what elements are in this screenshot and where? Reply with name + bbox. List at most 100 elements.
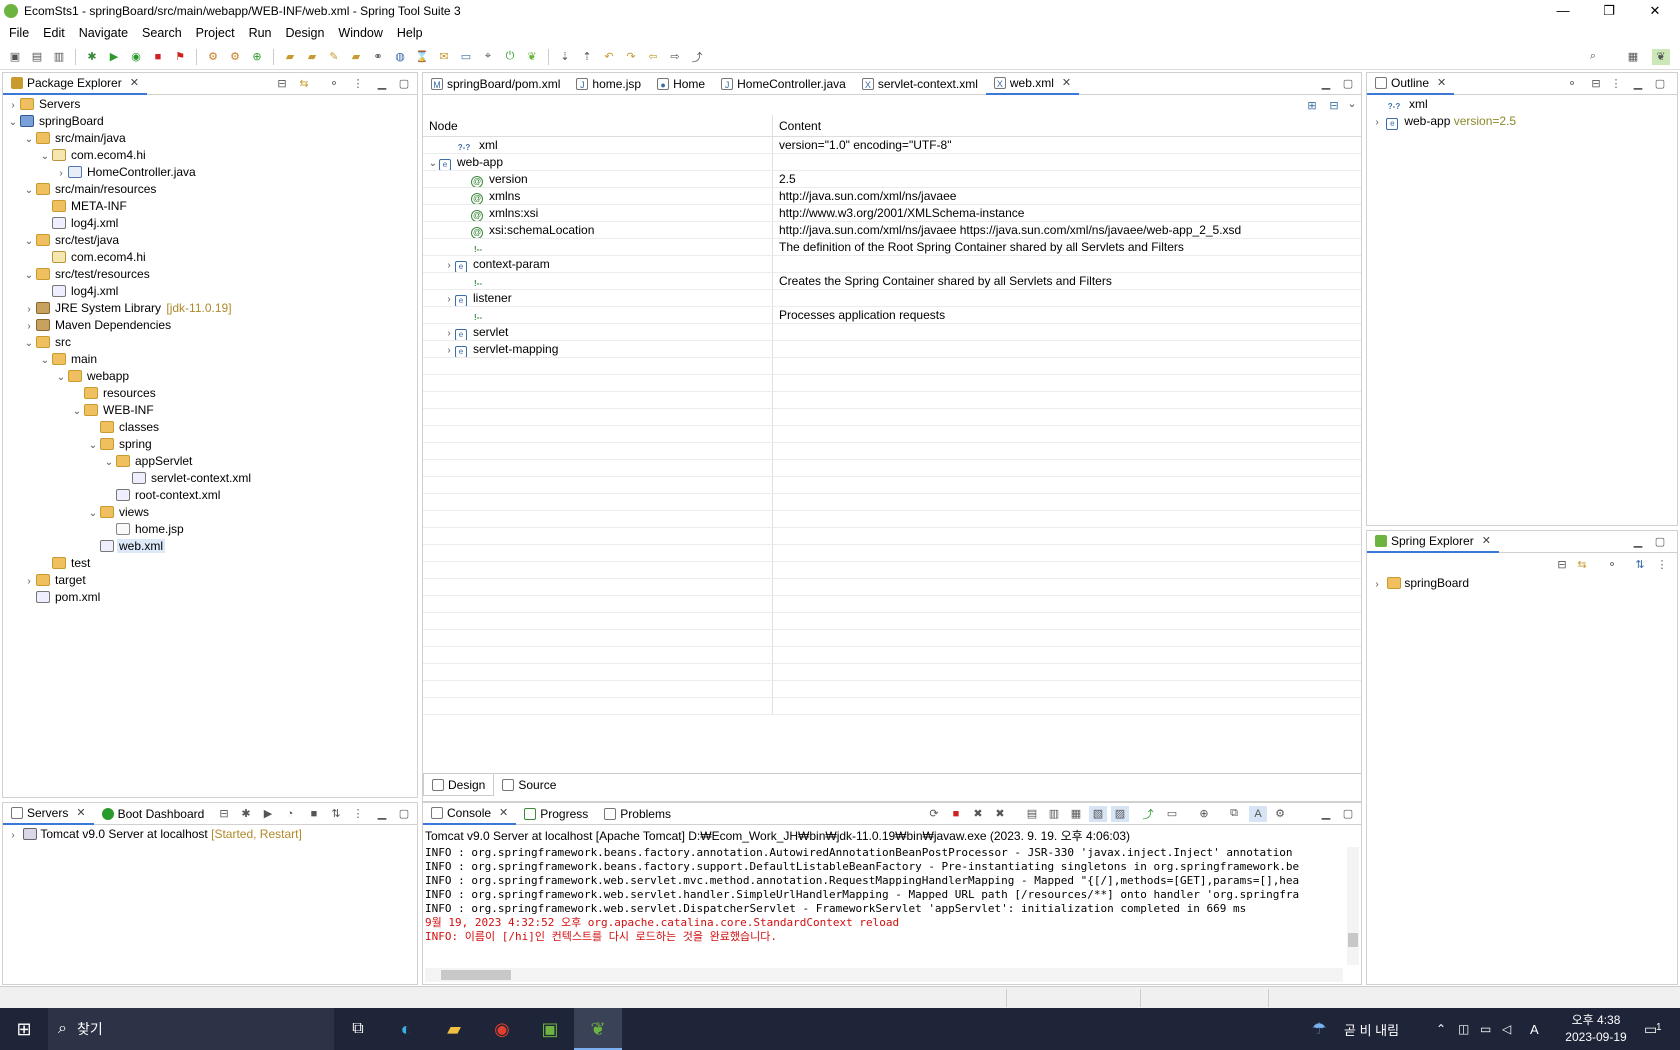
remove-all-icon[interactable]: ✖ [991,806,1009,822]
view-menu-icon[interactable]: ⋮ [1653,556,1671,572]
minimize-view-icon[interactable]: ▁ [1629,534,1647,550]
view-menu-icon[interactable]: ⋮ [349,76,367,92]
close-icon[interactable]: ✕ [76,806,85,819]
xml-node-row[interactable]: › e servlet-mapping [423,341,1361,358]
external-tools-icon[interactable]: ⚑ [171,49,189,65]
tray-chevron-icon[interactable]: ⌃ [1436,1022,1446,1036]
expand-icon[interactable]: ⌄ [87,505,99,522]
menu-search[interactable]: Search [135,26,189,40]
maximize-view-icon[interactable]: ▢ [395,76,413,92]
editor-tab[interactable]: Xweb.xml ✕ [985,72,1080,95]
menu-edit[interactable]: Edit [36,26,72,40]
expand-icon[interactable]: ⌄ [39,148,51,165]
link-with-editor-icon[interactable]: ⇆ [1573,556,1591,572]
clear-console-icon[interactable]: ▤ [1023,806,1041,822]
node-cell[interactable]: › e listener [423,290,773,306]
content-cell[interactable]: http://www.w3.org/2001/XMLSchema-instanc… [773,205,1361,221]
node-cell[interactable]: › e servlet-mapping [423,341,773,357]
tree-item[interactable]: › JRE System Library [jdk-11.0.19] [3,300,417,317]
stop-icon[interactable]: ■ [149,49,167,65]
tab-progress[interactable]: Progress [516,803,596,825]
taskbar-search-box[interactable]: ⌕ 찾기 [48,1008,334,1050]
xml-node-row[interactable]: › e context-param [423,256,1361,273]
expand-icon[interactable]: › [55,165,67,182]
expand-icon[interactable]: ⌄ [87,437,99,454]
xml-node-row[interactable]: !-- Creates the Spring Container shared … [423,273,1361,290]
expand-icon[interactable]: › [23,573,35,590]
open-console-icon[interactable]: ⊕ [1195,806,1213,822]
node-cell[interactable]: › e context-param [423,256,773,272]
content-cell[interactable]: 2.5 [773,171,1361,187]
tree-item[interactable]: ⌄ main [3,351,417,368]
ime-indicator[interactable]: A [1530,1022,1539,1037]
node-cell[interactable]: !-- [423,273,773,289]
menu-design[interactable]: Design [279,26,332,40]
maximize-view-icon[interactable]: ▢ [395,806,413,822]
expand-icon[interactable]: ⌄ [23,335,35,352]
tree-item[interactable]: classes [3,419,417,436]
scroll-lock-icon[interactable]: ▥ [1045,806,1063,822]
stop-server-icon[interactable]: ■ [305,806,323,822]
expand-icon[interactable]: ⌄ [23,182,35,199]
terminate-icon[interactable]: ■ [947,806,965,822]
expand-icon[interactable]: ⌄ [39,352,51,369]
maximize-view-icon[interactable]: ▢ [1651,76,1669,92]
debug-server-icon[interactable]: ✱ [237,806,255,822]
profile-server-icon[interactable]: ◔ [281,806,299,822]
minimize-editor-icon[interactable]: ▁ [1317,76,1335,92]
expand-icon[interactable]: ⌄ [7,114,19,131]
spring-boot-icon[interactable]: ⏻ [501,49,519,65]
publish-icon[interactable]: ⇅ [327,806,345,822]
collapse-icon[interactable]: ⊟ [215,806,233,822]
console-hscrollbar[interactable] [425,968,1343,982]
close-icon[interactable]: ✕ [1062,76,1071,89]
tab-source[interactable]: Source [494,774,564,796]
tree-item[interactable]: › Servers [3,96,417,113]
menu-file[interactable]: File [2,26,36,40]
expand-icon[interactable]: › [443,342,455,357]
console-icon[interactable]: ▭ [457,49,475,65]
new-icon[interactable]: ▣ [6,49,24,65]
tree-item[interactable]: com.ecom4.hi [3,249,417,266]
xml-node-row[interactable]: @ version 2.5 [423,171,1361,188]
debug-icon[interactable]: ✱ [83,49,101,65]
tree-item[interactable]: ⌄ src/test/resources [3,266,417,283]
tab-servers[interactable]: Servers ✕ [3,802,94,825]
file-explorer-icon[interactable]: ▰ [430,1019,478,1040]
clock[interactable]: 오후 4:38 2023-09-19 [1556,1012,1636,1046]
editor-tab[interactable]: MspringBoard/pom.xml [423,73,568,95]
content-cell[interactable] [773,154,1361,170]
next-annotation-icon[interactable]: ⇣ [556,49,574,65]
network-icon[interactable]: ▭ [1480,1022,1491,1036]
tree-item[interactable]: ⌄ spring [3,436,417,453]
node-cell[interactable]: !-- [423,239,773,255]
restore-button[interactable]: ❐ [1586,0,1632,22]
node-cell[interactable]: @ version [423,171,773,187]
tree-item[interactable]: META-INF [3,198,417,215]
word-wrap-icon[interactable]: ▦ [1067,806,1085,822]
expand-icon[interactable]: ⌄ [71,403,83,420]
tab-design[interactable]: Design [423,774,495,796]
tree-item[interactable]: › HomeController.java [3,164,417,181]
expand-icon[interactable]: › [443,325,455,340]
expand-icon[interactable]: › [23,301,35,318]
menu-project[interactable]: Project [189,26,242,40]
display-console-icon[interactable]: ▭ [1163,806,1181,822]
tree-item[interactable]: home.jsp [3,521,417,538]
expand-icon[interactable]: ⌄ [23,131,35,148]
editor-tab[interactable]: Xservlet-context.xml [854,73,986,95]
content-cell[interactable]: http://java.sun.com/xml/ns/javaee https:… [773,222,1361,238]
content-cell[interactable]: version="1.0" encoding="UTF-8" [773,137,1361,153]
expand-icon[interactable]: ⌄ [23,233,35,250]
show-stdout-icon[interactable]: ▧ [1089,805,1107,822]
node-cell[interactable]: !-- [423,307,773,323]
tree-item[interactable]: ⌄ springBoard [3,113,417,130]
expand-icon[interactable]: › [7,827,19,844]
expand-icon[interactable]: ⌄ [23,267,35,284]
menu-navigate[interactable]: Navigate [72,26,135,40]
coverage-icon[interactable]: ◉ [127,49,145,65]
task-icon[interactable]: ✉ [435,49,453,65]
tree-item[interactable]: ⌄ views [3,504,417,521]
ansi-icon[interactable]: A [1249,805,1267,822]
pin-console-icon[interactable]: ⤴ [1139,806,1157,822]
